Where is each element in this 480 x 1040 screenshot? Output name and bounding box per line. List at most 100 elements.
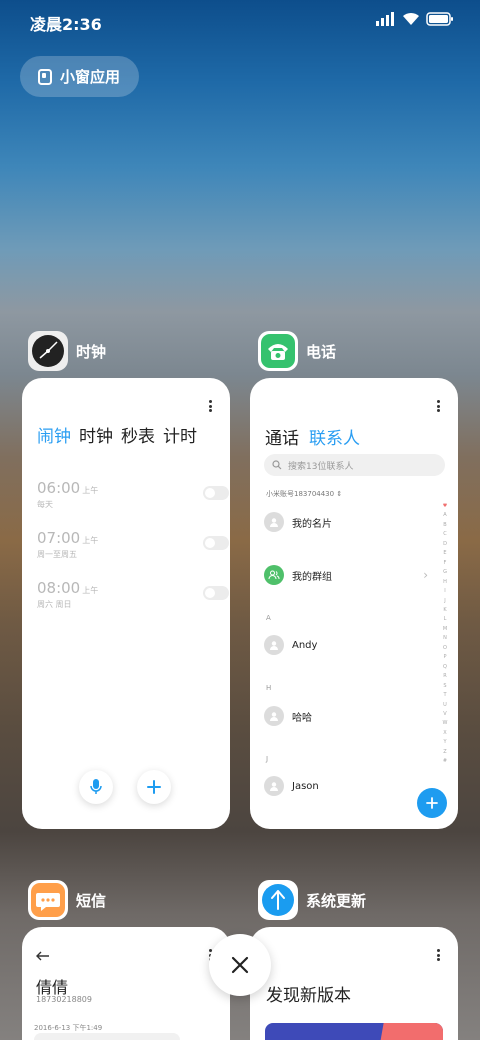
index-letter[interactable]: F — [441, 559, 449, 568]
more-icon[interactable] — [208, 400, 212, 412]
list-item[interactable]: 哈哈 — [264, 706, 312, 726]
alphabet-index[interactable]: ♥ A B C D E F G H I J K L M N O P Q R S T U V W X Y Z # — [441, 502, 449, 767]
phone-app-header[interactable]: 电话 — [258, 331, 336, 371]
index-letter[interactable]: K — [441, 606, 449, 615]
index-letter[interactable]: B — [441, 521, 449, 530]
avatar — [264, 776, 284, 796]
list-item[interactable]: Andy — [264, 635, 317, 655]
clock-app-header[interactable]: 时钟 — [28, 331, 106, 371]
add-contact-button[interactable] — [417, 788, 447, 818]
index-letter[interactable]: C — [441, 530, 449, 539]
voice-alarm-button[interactable] — [79, 770, 113, 804]
floating-window-button[interactable]: 小窗应用 — [20, 56, 139, 97]
update-title: 发现新版本 — [266, 986, 351, 1006]
alarm-time: 08:00 — [37, 579, 81, 597]
update-card[interactable]: 发现新版本 — [250, 927, 458, 1040]
close-all-button[interactable] — [209, 934, 271, 996]
group-icon — [264, 565, 284, 585]
phone-app-name: 电话 — [306, 342, 337, 361]
clock-app-icon — [28, 331, 68, 371]
index-letter[interactable]: Y — [441, 738, 449, 747]
index-letter[interactable]: S — [441, 682, 449, 691]
index-letter[interactable]: G — [441, 568, 449, 577]
list-item[interactable]: 我的名片 — [264, 512, 332, 532]
battery-icon — [426, 12, 453, 26]
alarm-ampm: 上午 — [82, 486, 99, 495]
tab-stopwatch[interactable]: 秒表 — [121, 422, 155, 447]
list-item[interactable]: Jason — [264, 776, 319, 796]
alarm-ampm: 上午 — [82, 536, 99, 545]
phone-card[interactable]: 通话 联系人 搜索13位联系人 小米账号183704430 ⇕ 我的名片 我的群… — [250, 378, 458, 829]
clock-app-name: 时钟 — [76, 342, 107, 361]
clock-card[interactable]: 闹钟 时钟 秒表 计时 06:00 上午 每天 07:00 上午 周一至周五 08:… — [22, 378, 230, 829]
alarm-toggle[interactable] — [203, 486, 229, 500]
message-bubble — [34, 1033, 180, 1040]
index-letter[interactable]: M — [441, 625, 449, 634]
index-letter[interactable]: N — [441, 634, 449, 643]
sms-app-header[interactable]: 短信 — [28, 880, 106, 920]
update-banner — [265, 1023, 443, 1040]
more-icon[interactable] — [436, 400, 440, 412]
chevron-right-icon: › — [423, 568, 428, 582]
alarm-toggle[interactable] — [203, 536, 229, 550]
index-letter[interactable]: E — [441, 549, 449, 558]
alarm-repeat: 周一至周五 — [37, 550, 77, 559]
index-letter[interactable]: R — [441, 672, 449, 681]
alarm-repeat: 周六 周日 — [37, 600, 72, 609]
tab-clock[interactable]: 时钟 — [79, 422, 113, 447]
tab-alarm[interactable]: 闹钟 — [37, 422, 71, 447]
plus-icon — [426, 797, 438, 809]
index-letter[interactable]: ♥ — [441, 502, 449, 511]
index-letter[interactable]: Z — [441, 748, 449, 757]
tab-contacts[interactable]: 联系人 — [309, 424, 360, 449]
index-letter[interactable]: A — [441, 511, 449, 520]
alarm-toggle[interactable] — [203, 586, 229, 600]
sms-card[interactable]: 倩倩 18730218809 2016-6-13 下午1:49 — [22, 927, 230, 1040]
floating-window-icon — [38, 68, 52, 85]
add-alarm-button[interactable] — [137, 770, 171, 804]
index-letter[interactable]: W — [441, 719, 449, 728]
status-icons — [376, 12, 454, 26]
status-time: 凌晨2:36 — [30, 15, 102, 34]
index-letter[interactable]: J — [441, 597, 449, 606]
index-letter[interactable]: H — [441, 578, 449, 587]
microphone-icon — [90, 779, 102, 794]
more-icon[interactable] — [436, 949, 440, 961]
back-arrow-icon[interactable] — [36, 951, 50, 961]
update-app-header[interactable]: 系统更新 — [258, 880, 366, 920]
index-letter[interactable]: P — [441, 653, 449, 662]
tab-timer[interactable]: 计时 — [163, 422, 197, 447]
index-letter[interactable]: O — [441, 644, 449, 653]
phone-tabs: 通话 联系人 — [265, 424, 360, 449]
list-item[interactable]: 我的群组 › — [264, 565, 428, 585]
index-letter[interactable]: V — [441, 710, 449, 719]
contact-name: 我的群组 — [292, 571, 332, 583]
sms-app-icon — [28, 880, 68, 920]
index-letter[interactable]: L — [441, 615, 449, 624]
tab-calls[interactable]: 通话 — [265, 424, 299, 449]
sms-date: 2016-6-13 下午1:49 — [34, 1024, 103, 1032]
section-header: A — [266, 614, 271, 622]
contact-name: 哈哈 — [292, 712, 312, 724]
contact-search-input[interactable]: 搜索13位联系人 — [264, 454, 445, 476]
expand-icon: ⇕ — [336, 490, 343, 498]
clock-tabs: 闹钟 时钟 秒表 计时 — [37, 422, 197, 447]
contact-name: Jason — [292, 780, 319, 792]
index-letter[interactable]: D — [441, 540, 449, 549]
alarm-item[interactable]: 08:00 上午 周六 周日 — [37, 578, 229, 618]
index-letter[interactable]: X — [441, 729, 449, 738]
index-letter[interactable]: U — [441, 701, 449, 710]
alarm-time: 07:00 — [37, 529, 81, 547]
update-app-name: 系统更新 — [306, 891, 367, 910]
alarm-repeat: 每天 — [37, 500, 53, 509]
index-letter[interactable]: Q — [441, 663, 449, 672]
section-header: H — [266, 684, 272, 692]
index-letter[interactable]: # — [441, 757, 449, 766]
alarm-time: 06:00 — [37, 479, 81, 497]
index-letter[interactable]: I — [441, 587, 449, 596]
alarm-item[interactable]: 07:00 上午 周一至周五 — [37, 528, 229, 568]
alarm-item[interactable]: 06:00 上午 每天 — [37, 478, 229, 518]
phone-app-icon — [258, 331, 298, 371]
index-letter[interactable]: T — [441, 691, 449, 700]
account-selector[interactable]: 小米账号183704430 ⇕ — [266, 489, 342, 499]
